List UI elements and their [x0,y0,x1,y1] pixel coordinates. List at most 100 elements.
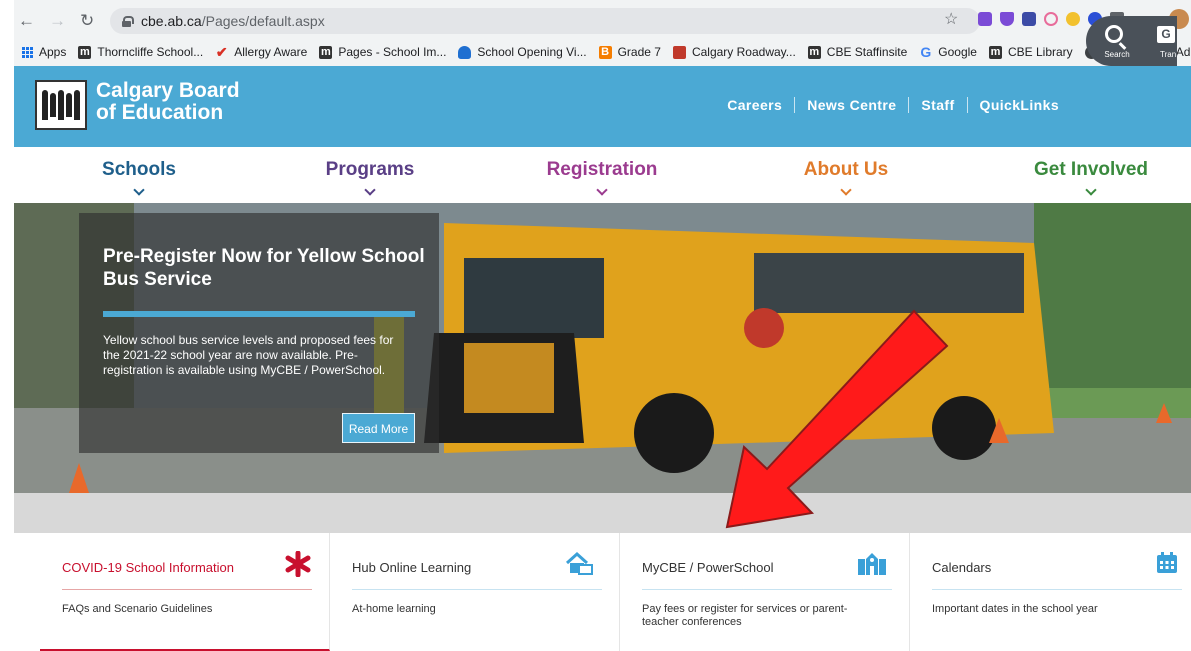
section-divider [14,493,1191,533]
bookmark-label: CBE Library [1007,45,1073,59]
nav-get-involved[interactable]: Get Involved [1011,159,1171,196]
bookmark-item[interactable]: Calgary Roadway... [672,45,796,59]
extension-icon[interactable] [1022,12,1036,26]
bookmark-label: Apps [39,45,67,59]
cbe-logo-icon[interactable] [35,80,87,130]
card-mycbe-powerschool[interactable]: MyCBE / PowerSchool Pay fees or register… [620,533,910,651]
chevron-down-icon [1085,184,1097,196]
translate-label: Tran [1160,50,1177,59]
extension-icon[interactable] [1044,12,1058,26]
address-bar[interactable]: cbe.ab.ca/Pages/default.aspx [110,8,980,34]
hero-text-panel: Pre-Register Now for Yellow School Bus S… [79,213,439,453]
bookmark-item[interactable]: m CBE Staffinsite [807,45,908,59]
chevron-down-icon [364,184,376,196]
bookmark-label: Google [938,45,977,59]
site-header: Calgary Board of Education Careers News … [14,66,1191,147]
nav-schools[interactable]: Schools [59,159,219,196]
nav-about-us[interactable]: About Us [766,159,926,196]
nav-label: Get Involved [1033,159,1149,180]
school-building-icon [858,553,886,575]
nav-label: Schools [102,159,176,180]
news-centre-link[interactable]: News Centre [794,97,908,113]
card-title: Calendars [932,560,992,575]
cbe-logo-icon: m [319,45,333,59]
hero-title: Pre-Register Now for Yellow School Bus S… [103,246,425,290]
bookmark-label: CBE Staffinsite [826,45,908,59]
calendar-icon [1157,552,1177,573]
cloud-icon [458,45,472,59]
card-title: COVID-19 School Information [62,560,234,575]
quicklinks-link[interactable]: QuickLinks [966,97,1071,113]
bookmark-label: Thorncliffe School... [97,45,204,59]
card-title: Hub Online Learning [352,560,472,575]
card-divider [62,589,312,590]
back-arrow-icon[interactable]: ← [18,11,35,31]
card-description: At-home learning [352,603,436,615]
site-logo-text[interactable]: Calgary Board of Education [96,80,240,124]
extension-icon[interactable] [978,12,992,26]
bookmark-label: Allergy Aware [234,45,308,59]
hero-body: Yellow school bus service levels and pro… [103,333,394,377]
nav-label: About Us [803,159,889,180]
card-description: Important dates in the school year [932,603,1098,615]
card-hub-online-learning[interactable]: Hub Online Learning At-home learning [330,533,620,651]
blogger-icon: B [598,45,612,59]
main-navigation: Schools Programs Registration About Us G… [14,147,1191,203]
bookmark-item[interactable]: B Grade 7 [598,45,661,59]
search-button[interactable]: Search [1086,16,1148,66]
search-icon [1105,25,1123,43]
chevron-down-icon [596,184,608,196]
checkmark-icon: ✔ [215,43,228,60]
bookmark-item[interactable]: m CBE Library [988,45,1073,59]
chevron-down-icon [133,184,145,196]
bookmark-item[interactable]: School Opening Vi... [458,45,587,59]
chevron-down-icon [840,184,852,196]
asterisk-icon [285,551,311,577]
hero-accent-bar [103,311,415,317]
cbe-logo-icon: m [78,45,92,59]
logo-line-1: Calgary Board [96,79,240,102]
read-more-button[interactable]: Read More [342,413,415,443]
card-divider [642,589,892,590]
nav-registration[interactable]: Registration [522,159,682,196]
bookmarks-bar: Apps m Thorncliffe School... ✔ Allergy A… [0,40,1191,64]
quick-link-cards: COVID-19 School Information FAQs and Sce… [40,533,1191,651]
browser-nav: ← → ↻ [18,8,94,34]
reload-icon[interactable]: ↻ [80,11,94,31]
card-description: Pay fees or register for services or par… [642,603,848,628]
bookmark-label: School Opening Vi... [477,45,587,59]
extension-icon[interactable] [1000,12,1014,26]
bookmark-item[interactable]: m Thorncliffe School... [78,45,203,59]
bookmark-item[interactable]: m Pages - School Im... [319,45,446,59]
forward-arrow-icon[interactable]: → [49,11,66,31]
lock-icon [122,15,134,27]
map-icon [672,45,686,59]
url-host: cbe.ab.ca [141,13,202,29]
nav-label: Programs [325,159,415,180]
logo-line-2: of Education [96,101,224,124]
url-path: /Pages/default.aspx [201,13,325,29]
card-divider [932,589,1182,590]
google-translate-icon: G [1157,26,1175,43]
extension-icon[interactable] [1066,12,1080,26]
bookmark-label: Pages - School Im... [338,45,447,59]
card-calendars[interactable]: Calendars Important dates in the school … [910,533,1191,651]
card-covid[interactable]: COVID-19 School Information FAQs and Sce… [40,533,330,651]
nav-label: Registration [546,159,658,180]
apps-grid-icon [22,46,33,58]
bookmark-label: Calgary Roadway... [691,45,796,59]
utility-links: Careers News Centre Staff QuickLinks [715,97,1071,113]
translate-button[interactable]: G Tran [1148,16,1177,66]
bookmark-apps[interactable]: Apps [22,45,66,59]
bookmark-item[interactable]: ✔ Allergy Aware [215,43,308,60]
hero-banner: Pre-Register Now for Yellow School Bus S… [14,203,1191,493]
home-learning-icon [565,551,593,575]
careers-link[interactable]: Careers [715,97,794,113]
browser-chrome: ← → ↻ cbe.ab.ca/Pages/default.aspx ☆ App… [0,0,1191,66]
google-icon: G [920,43,932,60]
card-divider [352,589,602,590]
bookmark-item[interactable]: G Google [919,43,977,60]
nav-programs[interactable]: Programs [290,159,450,196]
bookmark-star-icon[interactable]: ☆ [944,9,958,29]
staff-link[interactable]: Staff [908,97,966,113]
